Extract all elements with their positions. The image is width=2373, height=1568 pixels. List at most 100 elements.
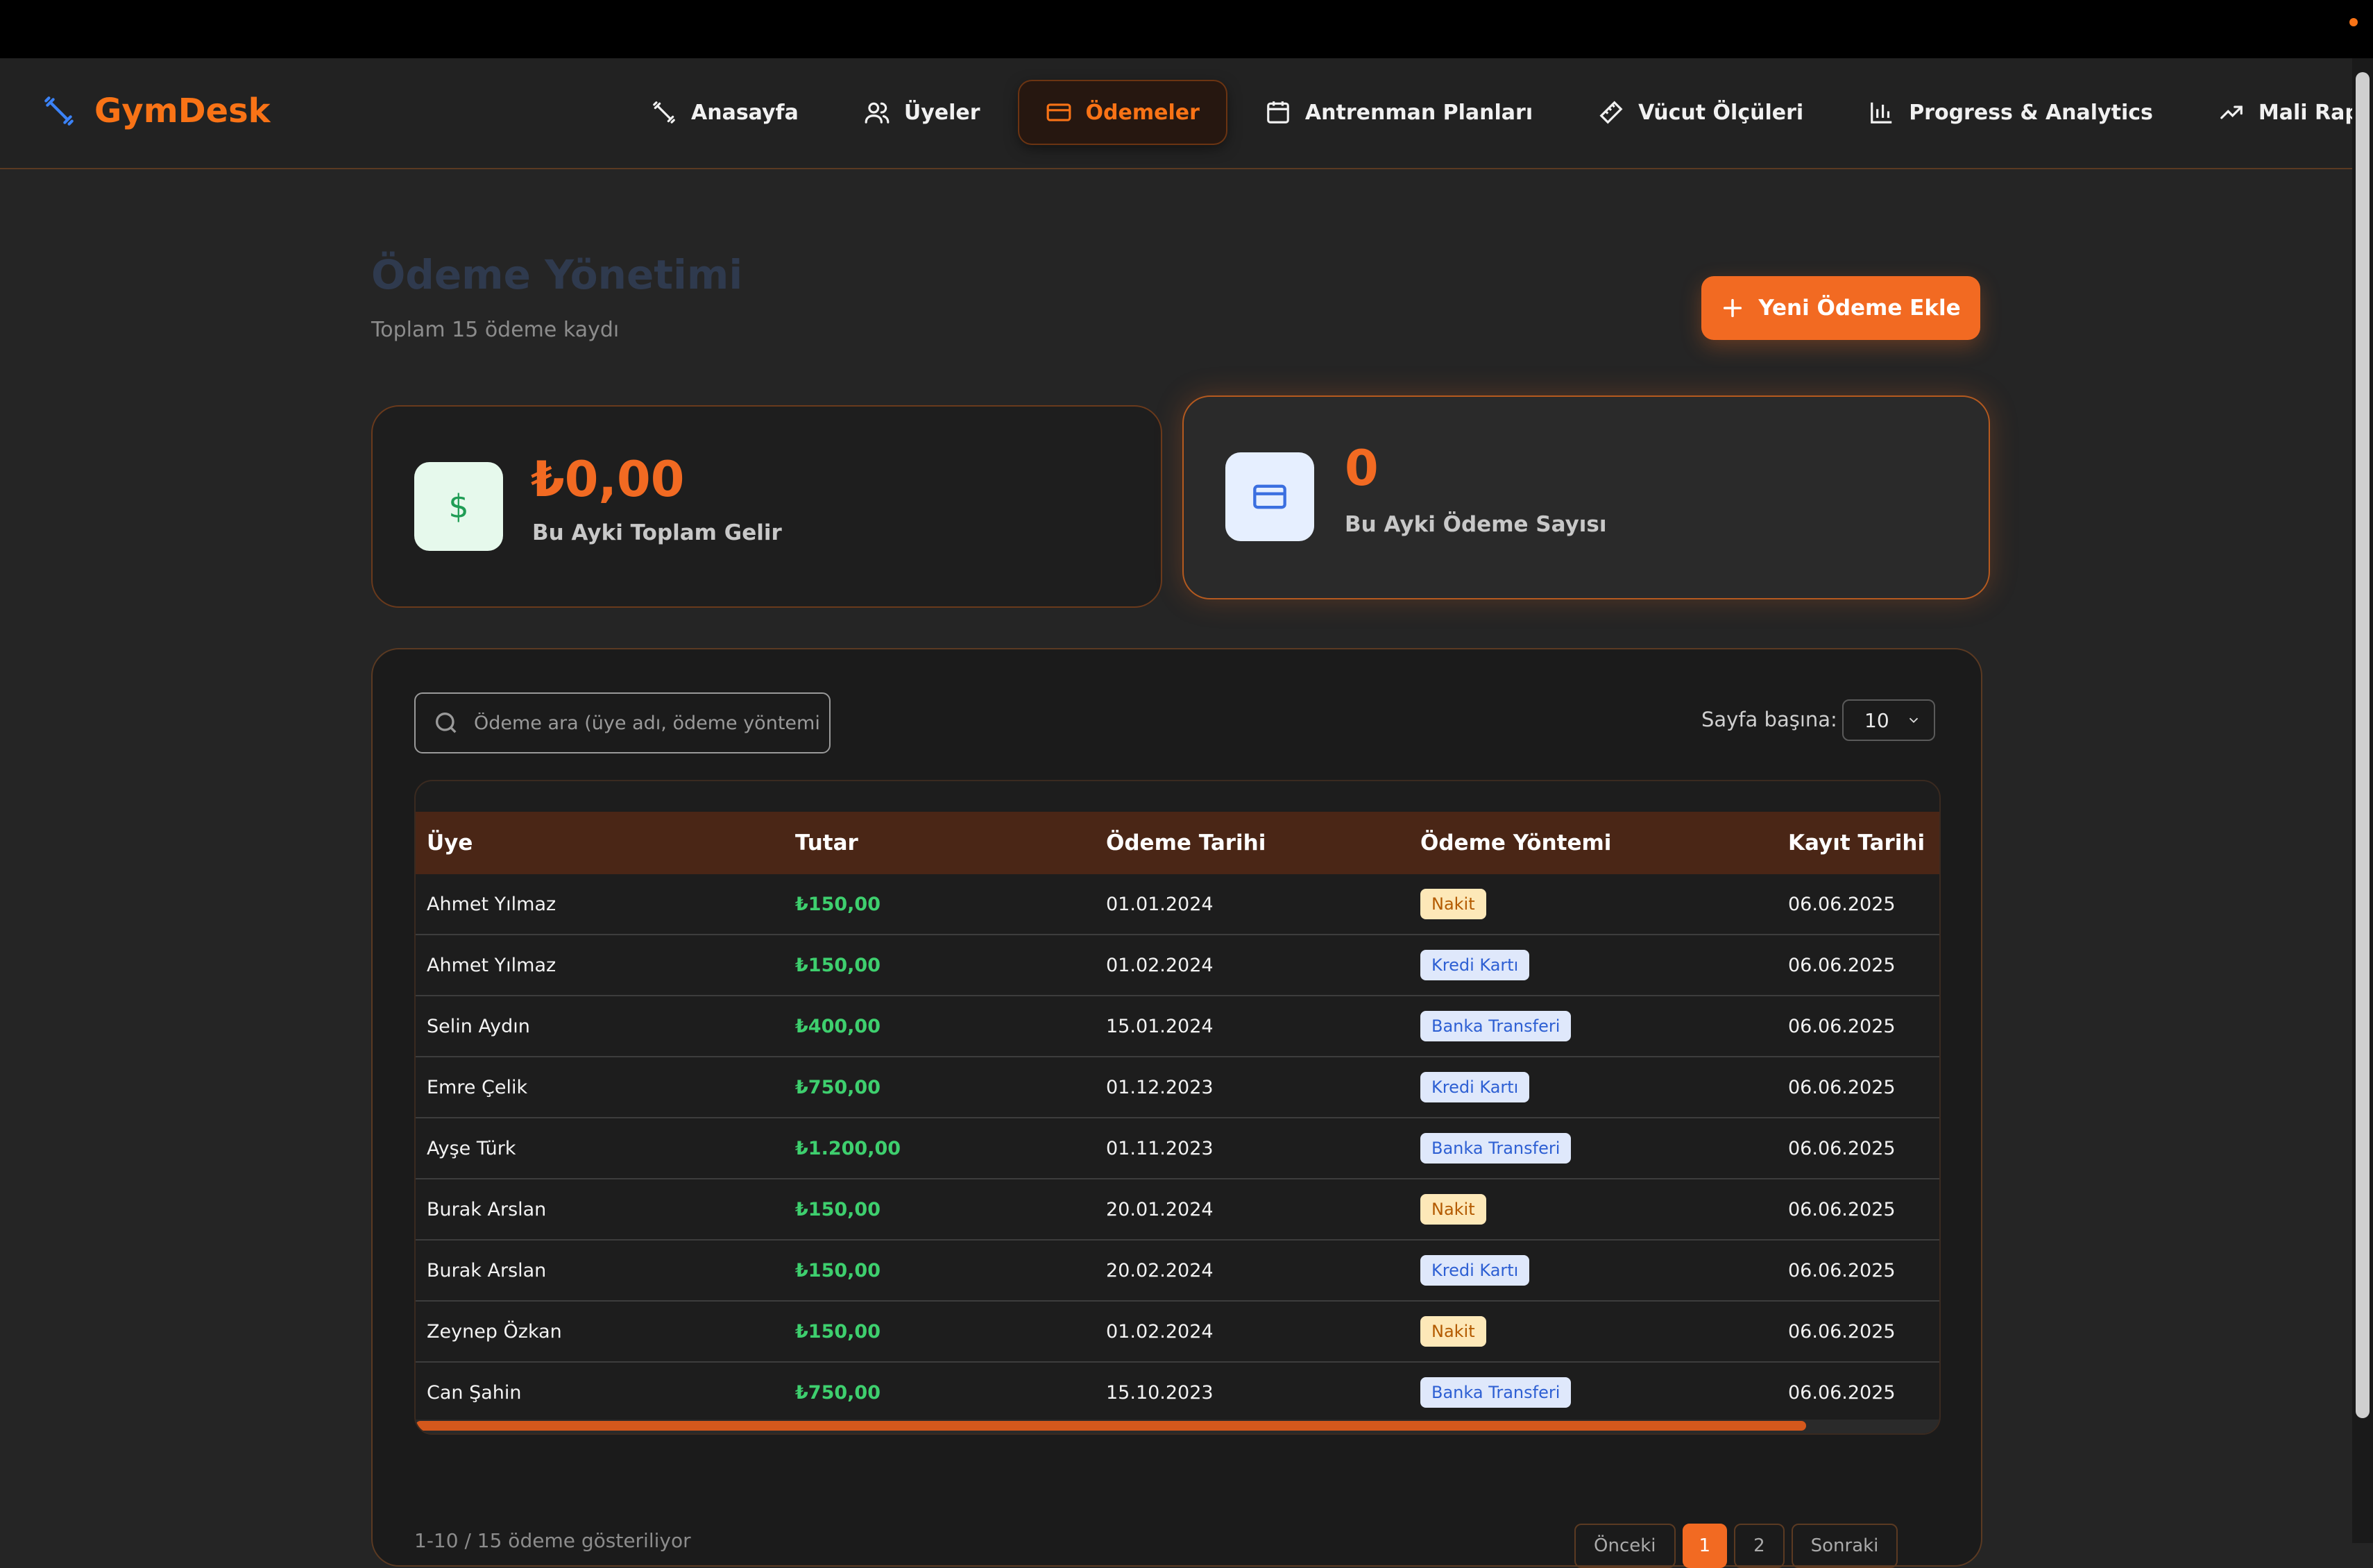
nav-item-vucut-olculeri[interactable]: Vücut Ölçüleri: [1572, 81, 1830, 144]
payment-method-cell: Kredi Kartı: [1409, 935, 1777, 996]
page-size-label: Sayfa başına:: [1701, 708, 1837, 731]
payment-date-cell: 01.01.2024: [1095, 874, 1409, 935]
nav-item-odemeler[interactable]: Ödemeler: [1019, 81, 1226, 144]
nav-item-anasayfa[interactable]: Anasayfa: [624, 81, 825, 144]
column-header-member[interactable]: Üye: [416, 812, 784, 874]
nav-item-mali-raporlar[interactable]: Mali Raporlar: [2192, 81, 2373, 144]
brand[interactable]: GymDesk: [42, 92, 271, 130]
payment-date-cell: 20.01.2024: [1095, 1179, 1409, 1241]
created-date-cell: 06.06.2025: [1777, 1240, 1939, 1302]
next-page-button[interactable]: Sonraki: [1791, 1524, 1898, 1568]
page-title: Ödeme Yönetimi: [371, 251, 743, 298]
nav-label: Anasayfa: [691, 100, 799, 125]
created-date-cell: 06.06.2025: [1777, 1179, 1939, 1241]
table-row[interactable]: Zeynep Özkan ₺150,00 01.02.2024 Nakit 06.06.…: [416, 1301, 1939, 1363]
scrollbar-thumb[interactable]: [2356, 72, 2370, 1418]
member-cell: Can Şahin: [416, 1362, 784, 1424]
nav-label: Antrenman Planları: [1304, 100, 1533, 125]
add-payment-button[interactable]: Yeni Ödeme Ekle: [1701, 276, 1980, 340]
bar-chart-icon: [1871, 102, 1892, 123]
brand-name: GymDesk: [94, 92, 271, 130]
calendar-icon: [1267, 101, 1289, 123]
table-row[interactable]: Emre Çelik ₺750,00 01.12.2023 Kredi Kartı 06…: [416, 1057, 1939, 1118]
table-row[interactable]: Ahmet Yılmaz ₺150,00 01.01.2024 Nakit 06.06.…: [416, 874, 1939, 935]
member-cell: Burak Arslan: [416, 1240, 784, 1302]
member-cell: Selin Aydın: [416, 996, 784, 1057]
payment-method-cell: Nakit: [1409, 1179, 1777, 1241]
amount-cell: ₺150,00: [784, 1240, 1095, 1302]
created-date-cell: 06.06.2025: [1777, 874, 1939, 935]
table-row[interactable]: Ahmet Yılmaz ₺150,00 01.02.2024 Kredi Kartı…: [416, 935, 1939, 996]
amount-cell: ₺150,00: [784, 1301, 1095, 1363]
page-size-select[interactable]: 10: [1842, 699, 1935, 741]
column-header-payment-date[interactable]: Ödeme Tarihi: [1095, 812, 1409, 874]
stat-card-count: 0 Bu Ayki Ödeme Sayısı: [1182, 395, 1990, 599]
amount-cell: ₺150,00: [784, 1179, 1095, 1241]
navbar: GymDesk Anasayfa Üyeler Ödemeler Antrenm…: [0, 58, 2373, 169]
member-cell: Burak Arslan: [416, 1179, 784, 1241]
payment-method-badge: Banka Transferi: [1420, 1011, 1572, 1041]
search-icon: [436, 713, 457, 733]
table-row[interactable]: Burak Arslan ₺150,00 20.02.2024 Kredi Kartı…: [416, 1240, 1939, 1302]
created-date-cell: 06.06.2025: [1777, 1301, 1939, 1363]
payment-method-cell: Banka Transferi: [1409, 1118, 1777, 1179]
payment-method-cell: Kredi Kartı: [1409, 1240, 1777, 1302]
ruler-icon: [1599, 101, 1623, 124]
payments-table-container: Üye Tutar Ödeme Tarihi Ödeme Yöntemi Kay…: [414, 780, 1941, 1435]
payment-method-badge: Nakit: [1420, 889, 1486, 919]
payment-date-cell: 15.10.2023: [1095, 1362, 1409, 1424]
horizontal-scrollbar[interactable]: [416, 1420, 1939, 1433]
created-date-cell: 06.06.2025: [1777, 1057, 1939, 1118]
column-header-created-date[interactable]: Kayıt Tarihi: [1777, 812, 1939, 874]
column-header-payment-method[interactable]: Ödeme Yöntemi: [1409, 812, 1777, 874]
payment-method-cell: Banka Transferi: [1409, 1362, 1777, 1424]
payment-method-cell: Banka Transferi: [1409, 996, 1777, 1057]
payment-method-badge: Nakit: [1420, 1194, 1486, 1225]
member-cell: Ahmet Yılmaz: [416, 874, 784, 935]
payment-date-cell: 15.01.2024: [1095, 996, 1409, 1057]
plus-icon: [1724, 298, 1742, 318]
dumbbell-icon: [44, 96, 74, 126]
payment-method-badge: Banka Transferi: [1420, 1133, 1572, 1164]
nav-label: Progress & Analytics: [1909, 100, 2153, 125]
vertical-scrollbar[interactable]: [2352, 58, 2373, 1543]
stat-label: Bu Ayki Toplam Gelir: [532, 520, 782, 545]
payment-method-cell: Nakit: [1409, 1301, 1777, 1363]
payment-date-cell: 01.02.2024: [1095, 1301, 1409, 1363]
table-row[interactable]: Can Şahin ₺750,00 15.10.2023 Banka Transfer…: [416, 1362, 1939, 1424]
amount-cell: ₺400,00: [784, 996, 1095, 1057]
payment-method-cell: Nakit: [1409, 874, 1777, 935]
credit-card-icon: [1046, 103, 1071, 121]
payment-method-badge: Banka Transferi: [1420, 1377, 1572, 1408]
users-icon: [865, 102, 890, 123]
member-cell: Ahmet Yılmaz: [416, 935, 784, 996]
search-input[interactable]: [473, 711, 822, 735]
payment-method-badge: Kredi Kartı: [1420, 1072, 1530, 1102]
page-button-1[interactable]: 1: [1682, 1524, 1728, 1568]
nav-item-antrenman-planlari[interactable]: Antrenman Planları: [1239, 81, 1559, 144]
prev-page-button[interactable]: Önceki: [1574, 1524, 1676, 1568]
payments-panel: Sayfa başına: 10 Üye Tutar Ödeme Tarihi …: [371, 648, 1982, 1568]
pagination: Önceki 1 2 Sonraki: [1574, 1524, 1898, 1568]
nav-item-uyeler[interactable]: Üyeler: [837, 81, 1007, 144]
add-payment-label: Yeni Ödeme Ekle: [1758, 296, 1961, 321]
status-dot: [2349, 18, 2358, 26]
table-row[interactable]: Burak Arslan ₺150,00 20.01.2024 Nakit 06.06.…: [416, 1179, 1939, 1241]
created-date-cell: 06.06.2025: [1777, 935, 1939, 996]
pagination-info: 1-10 / 15 ödeme gösteriliyor: [414, 1529, 691, 1552]
nav-label: Üyeler: [903, 100, 980, 125]
dollar-icon: $: [414, 462, 503, 551]
nav-label: Vücut Ölçüleri: [1638, 100, 1804, 125]
created-date-cell: 06.06.2025: [1777, 1362, 1939, 1424]
nav-item-progress-analytics[interactable]: Progress & Analytics: [1842, 81, 2179, 144]
scrollbar-thumb[interactable]: [416, 1421, 1806, 1431]
table-row[interactable]: Ayşe Türk ₺1.200,00 01.11.2023 Banka Transf…: [416, 1118, 1939, 1179]
page-size-value: 10: [1864, 708, 1889, 732]
stat-value: 0: [1345, 440, 1379, 497]
page-button-2[interactable]: 2: [1734, 1524, 1785, 1568]
table-row[interactable]: Selin Aydın ₺400,00 15.01.2024 Banka Transf…: [416, 996, 1939, 1057]
column-header-amount[interactable]: Tutar: [784, 812, 1095, 874]
window-topbar: [0, 0, 2373, 58]
search-box[interactable]: [414, 692, 831, 753]
table-header-row: Üye Tutar Ödeme Tarihi Ödeme Yöntemi Kay…: [416, 812, 1939, 874]
